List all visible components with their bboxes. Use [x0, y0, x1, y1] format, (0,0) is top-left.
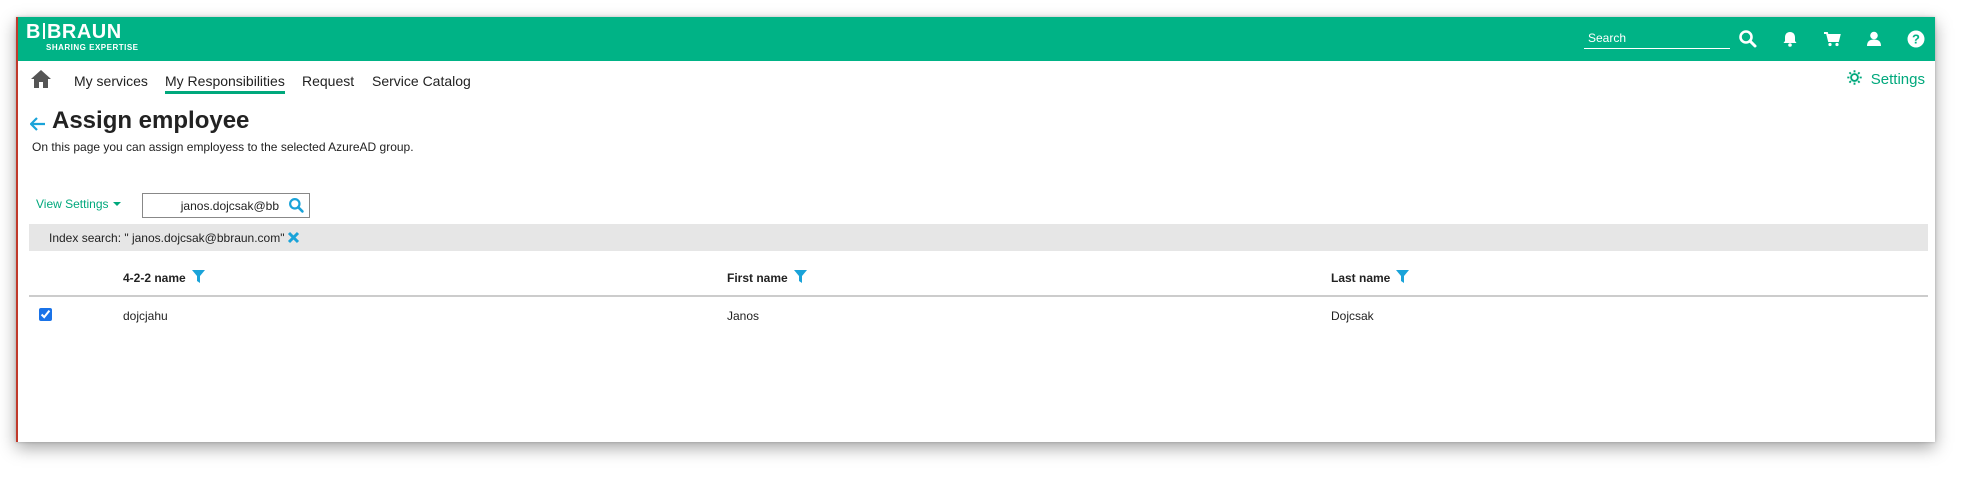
- filter-icon[interactable]: [191, 270, 205, 286]
- caret-down-icon: [112, 202, 121, 206]
- bbraun-logo[interactable]: B BRAUN SHARING EXPERTISE: [26, 22, 139, 53]
- logo-tagline: SHARING EXPERTISE: [46, 43, 139, 52]
- settings-button[interactable]: Settings: [1846, 69, 1925, 90]
- page-description: On this page you can assign employess to…: [32, 140, 414, 154]
- column-label: 4-2-2 name: [123, 271, 186, 285]
- table-search-input[interactable]: [143, 194, 283, 217]
- search-icon[interactable]: [288, 197, 305, 214]
- table-header: 4-2-2 name First name Last name: [29, 260, 1928, 297]
- cart-icon[interactable]: [1822, 29, 1842, 49]
- settings-label: Settings: [1870, 71, 1925, 88]
- svg-text:?: ?: [1912, 32, 1920, 47]
- nav-item-my-services[interactable]: My services: [74, 73, 148, 89]
- cell-422-name: dojcjahu: [123, 309, 168, 323]
- nav-item-my-responsibilities[interactable]: My Responsibilities: [165, 73, 285, 94]
- column-header-last-name[interactable]: Last name: [1331, 270, 1410, 286]
- user-icon[interactable]: [1864, 29, 1884, 49]
- view-settings-dropdown[interactable]: View Settings: [36, 197, 121, 211]
- logo-prefix: B: [26, 21, 41, 43]
- cell-first-name: Janos: [727, 309, 760, 323]
- page-title: Assign employee: [52, 107, 250, 134]
- column-label: Last name: [1331, 271, 1391, 285]
- global-search-input[interactable]: [1584, 28, 1730, 49]
- row-checkbox[interactable]: [39, 308, 52, 321]
- index-search-text: Index search: " janos.dojcsak@bbraun.com…: [49, 231, 285, 245]
- table-search-box: [142, 193, 310, 218]
- nav-item-service-catalog[interactable]: Service Catalog: [372, 73, 471, 89]
- column-label: First name: [727, 271, 788, 285]
- logo-main-text: BRAUN: [46, 21, 122, 43]
- help-icon[interactable]: ?: [1906, 29, 1926, 49]
- main-nav: My services My Responsibilities Request …: [18, 61, 1935, 109]
- app-window: BBRAUN SHARING EXPERTISE ? My services M…: [16, 17, 1935, 442]
- index-search-bar: Index search: " janos.dojcsak@bbraun.com…: [29, 224, 1928, 251]
- back-arrow-icon[interactable]: [29, 117, 46, 131]
- home-icon[interactable]: [30, 69, 52, 89]
- gear-icon: [1846, 69, 1863, 90]
- bell-icon[interactable]: [1780, 29, 1800, 49]
- nav-item-request[interactable]: Request: [302, 73, 354, 89]
- search-icon[interactable]: [1738, 29, 1758, 49]
- table-row[interactable]: dojcjahu Janos Dojcsak: [29, 297, 1928, 333]
- filter-icon[interactable]: [1396, 270, 1410, 286]
- view-settings-label: View Settings: [36, 197, 109, 211]
- top-bar: BBRAUN SHARING EXPERTISE ?: [18, 17, 1935, 61]
- close-icon[interactable]: [287, 231, 300, 244]
- cell-last-name: Dojcsak: [1331, 309, 1374, 323]
- column-header-422-name[interactable]: 4-2-2 name: [123, 270, 205, 286]
- column-header-first-name[interactable]: First name: [727, 270, 807, 286]
- filter-icon[interactable]: [793, 270, 807, 286]
